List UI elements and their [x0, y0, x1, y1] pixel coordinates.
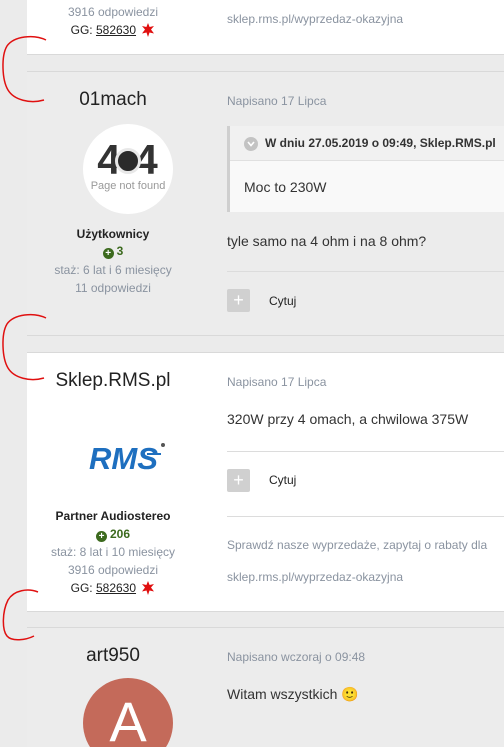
multiquote-plus-button[interactable]: +: [227, 469, 250, 492]
gg-number-link[interactable]: 582630: [96, 23, 136, 37]
signature-link[interactable]: sklep.rms.pl/wyprzedaz-okazyjna: [227, 570, 403, 584]
forum-thread: 3916 odpowiedzi GG: 582630 sklep.rms.pl/…: [0, 0, 504, 747]
author-rank: Partner Audiostereo: [55, 509, 171, 523]
author-avatar[interactable]: A: [83, 678, 173, 747]
author-tenure: staż: 6 lat i 6 miesięcy: [54, 263, 172, 277]
plus-icon: +: [102, 248, 114, 259]
post-text-content: Witam wszystkich: [227, 686, 338, 702]
coffee-cup-icon: [115, 148, 141, 174]
rms-logo[interactable]: RMS: [89, 437, 169, 477]
author-reputation: +3: [27, 244, 199, 259]
author-username[interactable]: Sklep.RMS.pl: [27, 370, 199, 392]
author-gg: GG: 582630: [27, 23, 199, 40]
quote-author: W dniu 27.05.2019 o 09:49, Sklep.RMS.pl: [265, 136, 496, 150]
gg-status-icon: [141, 581, 155, 598]
author-replies: 11 odpowiedzi: [75, 281, 151, 295]
author-avatar[interactable]: 4 4 Page not found: [83, 124, 173, 214]
post-text: 320W przy 4 omach, a chwilowa 375W: [227, 411, 469, 427]
author-replies: 3916 odpowiedzi: [67, 5, 159, 19]
quote-block: W dniu 27.05.2019 o 09:49, Sklep.RMS.pl …: [227, 126, 504, 212]
post-previous: 3916 odpowiedzi GG: 582630 sklep.rms.pl/…: [27, 0, 504, 55]
quote-text: Moc to 230W: [244, 179, 327, 195]
post-date: Napisano 17 Lipca: [227, 375, 327, 389]
signature-link[interactable]: sklep.rms.pl/wyprzedaz-okazyjna: [227, 12, 403, 26]
post-date: Napisano wczoraj o 09:48: [227, 650, 366, 664]
post-date: Napisano 17 Lipca: [227, 94, 327, 108]
author-rank: Użytkownicy: [76, 227, 150, 241]
rms-logo-text: RMS: [89, 441, 158, 476]
post-divider: [227, 271, 504, 272]
signature-text: Sprawdź nasze wyprzedaże, zapytaj o raba…: [227, 538, 488, 552]
reputation-value: 3: [116, 244, 124, 258]
quote-button[interactable]: Cytuj: [269, 294, 296, 308]
quote-header[interactable]: W dniu 27.05.2019 o 09:49, Sklep.RMS.pl: [230, 126, 504, 161]
author-replies: 3916 odpowiedzi: [67, 563, 159, 577]
post-text: Witam wszystkich 🙂: [227, 686, 359, 703]
quote-button[interactable]: Cytuj: [269, 473, 296, 487]
post-sklep-rms: Sklep.RMS.pl RMS Partner Audiostereo +20…: [27, 352, 504, 612]
multiquote-plus-button[interactable]: +: [227, 289, 250, 312]
post-text: tyle samo na 4 ohm i na 8 ohm?: [227, 233, 427, 249]
gg-label: GG:: [70, 23, 93, 37]
author-username[interactable]: art950: [27, 645, 199, 667]
post-01mach: 01mach 4 4 Page not found Użytkownicy +3…: [27, 71, 504, 336]
plus-icon: +: [95, 531, 107, 542]
signature-divider: [227, 516, 504, 517]
avatar-page-not-found: Page not found: [90, 180, 166, 192]
smiley-emoji-icon: 🙂: [341, 686, 359, 702]
reputation-value: 206: [109, 527, 131, 541]
author-reputation: +206: [27, 527, 199, 542]
gg-label: GG:: [70, 581, 93, 595]
author-gg: GG: 582630: [27, 581, 199, 598]
post-art950: art950 A Napisano wczoraj o 09:48 Witam …: [27, 627, 504, 747]
chevron-down-icon[interactable]: [244, 137, 258, 151]
post-divider: [227, 451, 504, 452]
author-username[interactable]: 01mach: [27, 89, 199, 111]
author-tenure: staż: 8 lat i 10 miesięcy: [50, 545, 176, 559]
gg-status-icon: [141, 23, 155, 40]
gg-number-link[interactable]: 582630: [96, 581, 136, 595]
